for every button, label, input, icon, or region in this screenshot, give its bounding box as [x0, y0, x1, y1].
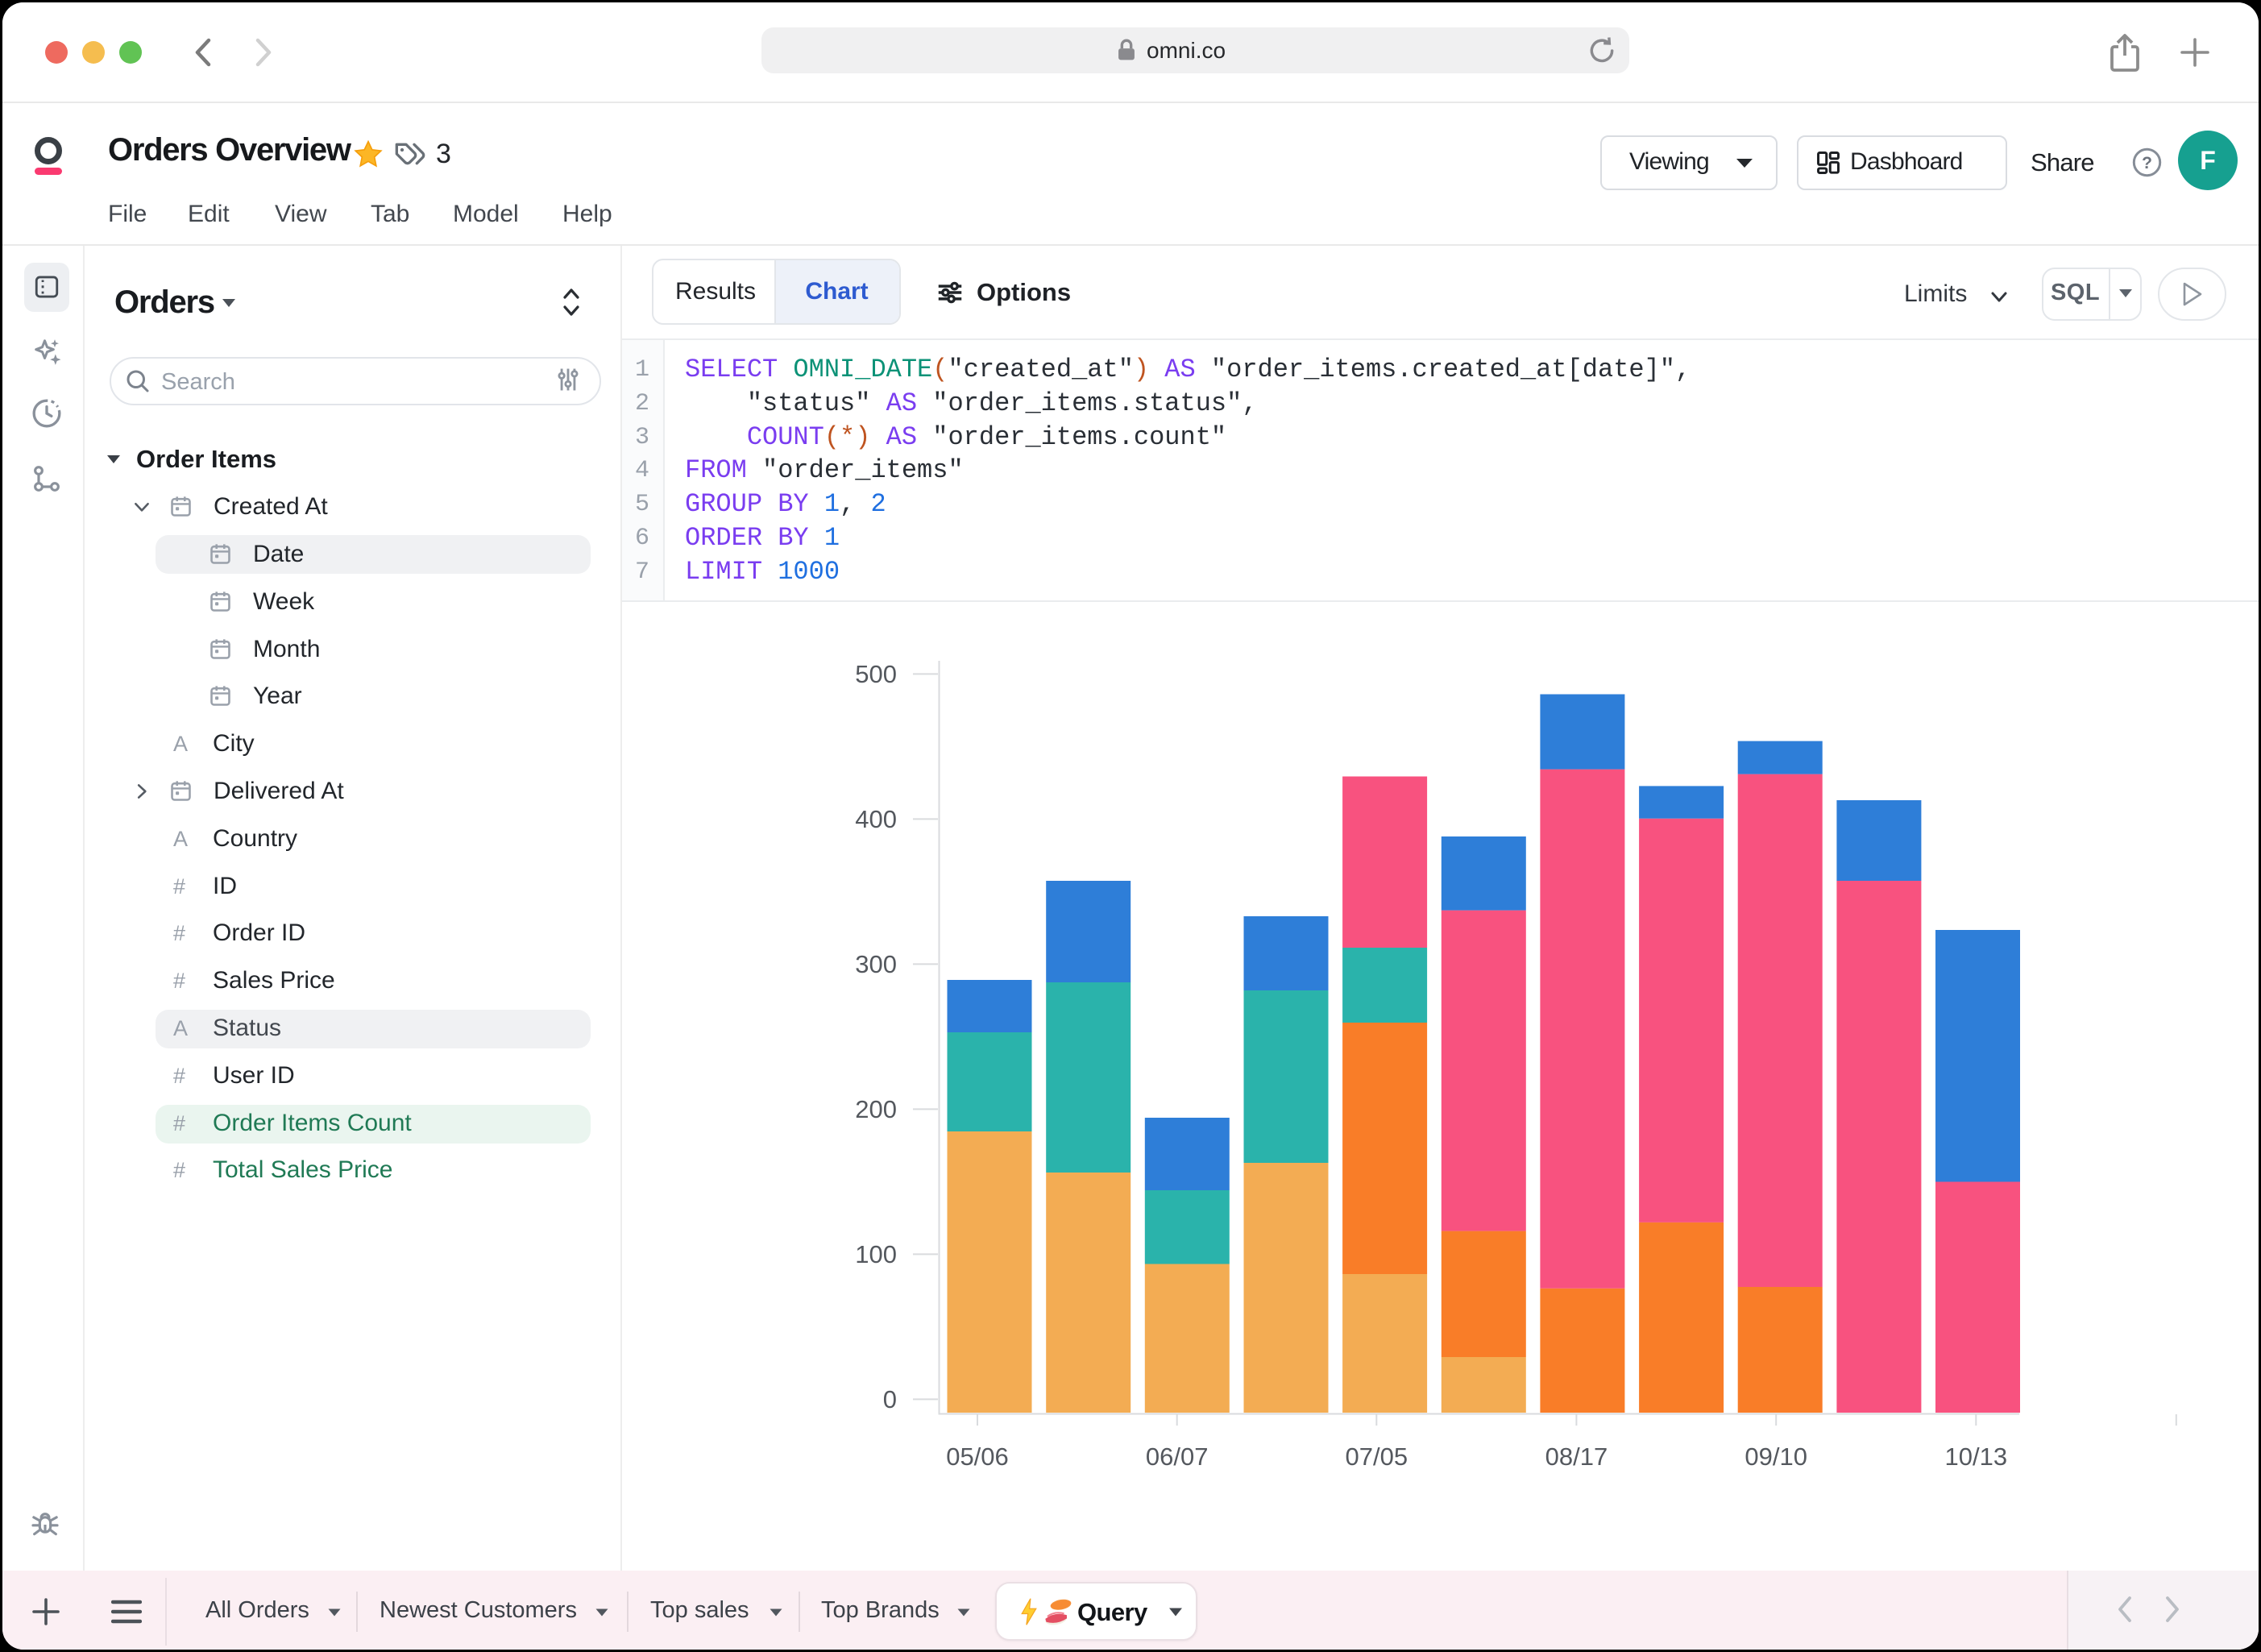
svg-text:05/06: 05/06 [946, 1442, 1009, 1471]
svg-text:09/10: 09/10 [1744, 1442, 1807, 1471]
svg-text:400: 400 [855, 805, 897, 833]
svg-text:300: 300 [855, 950, 897, 978]
svg-text:500: 500 [855, 660, 897, 688]
svg-text:200: 200 [855, 1095, 897, 1123]
svg-text:07/05: 07/05 [1346, 1442, 1408, 1471]
svg-text:10/13: 10/13 [1945, 1442, 2008, 1471]
svg-text:?: ? [2142, 154, 2152, 172]
svg-text:08/17: 08/17 [1545, 1442, 1608, 1471]
svg-text:0: 0 [883, 1385, 897, 1413]
svg-text:100: 100 [855, 1240, 897, 1268]
svg-text:06/07: 06/07 [1146, 1442, 1209, 1471]
